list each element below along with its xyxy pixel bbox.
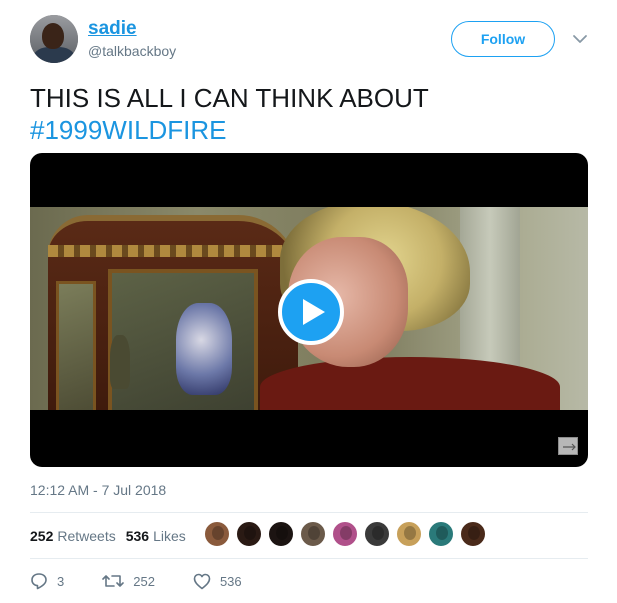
reply-count: 3 (57, 573, 65, 589)
expand-button[interactable] (558, 437, 578, 455)
liker-avatar[interactable] (396, 521, 422, 547)
retweets-stat[interactable]: 252 Retweets (30, 528, 116, 544)
liker-avatar[interactable] (460, 521, 486, 547)
liker-avatar[interactable] (268, 521, 294, 547)
user-handle: @talkbackboy (88, 43, 177, 59)
liker-avatar[interactable] (300, 521, 326, 547)
reply-button[interactable]: 3 (30, 572, 64, 590)
divider (30, 512, 588, 513)
caret-down-icon[interactable] (571, 30, 589, 48)
retweet-icon (102, 575, 125, 587)
retweets-label: Retweets (57, 528, 116, 544)
liker-avatar[interactable] (332, 521, 358, 547)
liker-avatar[interactable] (428, 521, 454, 547)
likes-label: Likes (153, 528, 186, 544)
liker-avatar[interactable] (364, 521, 390, 547)
liker-avatar[interactable] (204, 521, 230, 547)
tweet-text: THIS IS ALL I CAN THINK ABOUT #1999WILDF… (30, 82, 429, 146)
tweet-card: sadie @talkbackboy Follow THIS IS ALL I … (0, 0, 617, 603)
tweet-actions: 3 252 536 (30, 572, 280, 590)
avatar[interactable] (30, 15, 78, 63)
video-player[interactable] (30, 153, 588, 467)
tweet-timestamp[interactable]: 12:12 AM - 7 Jul 2018 (30, 482, 166, 498)
likes-stat[interactable]: 536 Likes (126, 528, 186, 544)
retweet-button[interactable]: 252 (102, 572, 155, 590)
user-name-link[interactable]: sadie (88, 18, 137, 40)
like-button[interactable]: 536 (193, 573, 242, 590)
follow-button[interactable]: Follow (451, 21, 555, 57)
heart-icon (193, 573, 211, 589)
play-button[interactable] (278, 279, 344, 345)
tweet-stats: 252 Retweets 536 Likes (30, 528, 196, 544)
retweets-count: 252 (30, 528, 54, 544)
expand-icon (563, 443, 576, 451)
reply-icon (31, 573, 47, 590)
likes-count: 536 (125, 528, 150, 544)
retweet-count: 252 (133, 573, 155, 589)
liker-avatar[interactable] (236, 521, 262, 547)
divider (30, 558, 588, 559)
tweet-text-line: THIS IS ALL I CAN THINK ABOUT (30, 83, 429, 113)
hashtag-link[interactable]: #1999WILDFIRE (30, 114, 429, 146)
play-icon (303, 299, 325, 325)
likers-avatars (204, 521, 492, 547)
like-count: 536 (219, 573, 242, 589)
